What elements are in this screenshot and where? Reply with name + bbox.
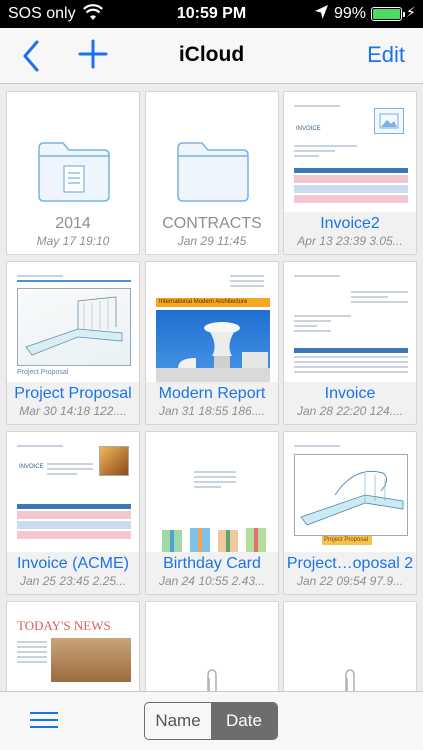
news-heading: TODAY'S NEWS xyxy=(17,618,111,633)
tile-caption: Modern Report Jan 31 18:55 186.... xyxy=(146,382,278,424)
item-name: Modern Report xyxy=(158,385,266,402)
image-placeholder-icon xyxy=(374,108,404,134)
invoice-heading: INVOICE xyxy=(296,126,321,132)
proposal-thumbnail: Project Proposal xyxy=(294,442,408,552)
item-name: Invoice (ACME) xyxy=(16,555,130,572)
tile-caption: Invoice (ACME) Jan 25 23:45 2.25... xyxy=(7,552,139,594)
newsletter-thumbnail: TODAY'S NEWS xyxy=(17,612,131,691)
tile-caption: Invoice2 Apr 13 23:39 3.05... xyxy=(284,212,416,254)
item-name: Invoice2 xyxy=(320,215,380,232)
menu-icon[interactable] xyxy=(30,712,58,730)
bottom-toolbar: Name Date xyxy=(0,691,423,750)
document-tile-birthday-card[interactable]: Birthday Card Jan 24 10:55 2.43... xyxy=(145,431,279,595)
invoice-thumbnail xyxy=(294,272,408,382)
item-date: Jan 25 23:45 2.25... xyxy=(19,574,127,588)
paperclip-icon xyxy=(342,668,356,691)
document-tile-modern-report[interactable]: International Modern Architecture Modern… xyxy=(145,261,279,425)
tile-caption: Birthday Card Jan 24 10:55 2.43... xyxy=(146,552,278,594)
battery-icon xyxy=(371,7,405,21)
item-date: Jan 29 11:45 xyxy=(177,234,247,248)
document-tile-loading[interactable] xyxy=(283,601,417,691)
folder-icon xyxy=(176,140,250,207)
document-tile-invoice2[interactable]: INVOICE Invoice2 Apr 13 23:39 3.05... xyxy=(283,91,417,255)
folder-tile-contracts[interactable]: CONTRACTS Jan 29 11:45 xyxy=(145,91,279,255)
location-arrow-icon xyxy=(314,4,329,25)
paperclip-icon xyxy=(204,668,218,691)
building-photo xyxy=(156,310,270,384)
proposal-heading: Project Proposal xyxy=(322,536,372,545)
document-tile-newsletter[interactable]: TODAY'S NEWS xyxy=(6,601,140,691)
tile-caption: 2014 May 17 19:10 xyxy=(7,212,139,254)
item-date: Mar 30 14:18 122.... xyxy=(19,404,127,418)
report-banner: International Modern Architecture xyxy=(156,298,270,307)
item-name: Birthday Card xyxy=(163,555,261,572)
battery-percent: 99% xyxy=(334,5,367,22)
document-tile-project-proposal-2[interactable]: Project Proposal Project…oposal 2 Jan 22… xyxy=(283,431,417,595)
item-name: Project…oposal 2 xyxy=(286,555,414,572)
item-date: Jan 24 10:55 2.43... xyxy=(158,574,266,588)
tile-caption: Project…oposal 2 Jan 22 09:54 97.9... xyxy=(284,552,416,594)
tile-caption: Project Proposal Mar 30 14:18 122.... xyxy=(7,382,139,424)
navigation-bar: iCloud Edit xyxy=(0,28,423,84)
invoice-thumbnail: INVOICE xyxy=(294,102,408,212)
item-date: May 17 19:10 xyxy=(36,234,110,248)
document-tile-invoice-acme[interactable]: INVOICE Invoice (ACME) Jan 25 23:45 2.25… xyxy=(6,431,140,595)
status-bar: SOS only 10:59 PM 99% ⚡ xyxy=(0,0,423,28)
document-grid: 2014 May 17 19:10 CONTRACTS Jan 29 11:45… xyxy=(0,85,423,691)
architecture-sketch xyxy=(294,454,408,536)
page-title: iCloud xyxy=(178,43,245,66)
report-thumbnail: International Modern Architecture xyxy=(156,272,270,384)
folder-tile-2014[interactable]: 2014 May 17 19:10 xyxy=(6,91,140,255)
document-tile-invoice[interactable]: Invoice Jan 28 22:20 124.... xyxy=(283,261,417,425)
item-date: Jan 28 22:20 124.... xyxy=(296,404,404,418)
back-chevron-icon[interactable] xyxy=(22,40,40,77)
item-name: Invoice xyxy=(324,385,376,402)
edit-button[interactable]: Edit xyxy=(367,42,405,68)
architecture-sketch xyxy=(17,288,131,366)
tile-caption: Invoice Jan 28 22:20 124.... xyxy=(284,382,416,424)
document-tile-loading[interactable] xyxy=(145,601,279,691)
invoice-heading: INVOICE xyxy=(19,464,44,470)
item-date: Apr 13 23:39 3.05... xyxy=(297,234,403,248)
charging-bolt-icon: ⚡ xyxy=(406,4,416,20)
item-date: Jan 22 09:54 97.9... xyxy=(296,574,404,588)
proposal-heading: Project Proposal xyxy=(17,369,69,376)
add-plus-icon[interactable] xyxy=(78,39,108,74)
item-name: Project Proposal xyxy=(14,385,132,402)
document-tile-project-proposal[interactable]: Project Proposal Project Proposal Mar 30… xyxy=(6,261,140,425)
tile-caption: CONTRACTS Jan 29 11:45 xyxy=(146,212,278,254)
card-thumbnail xyxy=(156,442,270,552)
item-name: 2014 xyxy=(55,215,91,232)
sort-segmented-control: Name Date xyxy=(144,702,278,740)
portrait-photo xyxy=(99,446,129,476)
invoice-thumbnail: INVOICE xyxy=(17,442,131,552)
sort-by-date-button[interactable]: Date xyxy=(211,703,277,739)
item-date: Jan 31 18:55 186.... xyxy=(158,404,266,418)
proposal-thumbnail: Project Proposal xyxy=(17,272,131,382)
group-photo xyxy=(51,638,131,682)
sort-by-name-button[interactable]: Name xyxy=(145,703,211,739)
folder-icon xyxy=(37,140,111,207)
item-name: CONTRACTS xyxy=(162,215,262,232)
